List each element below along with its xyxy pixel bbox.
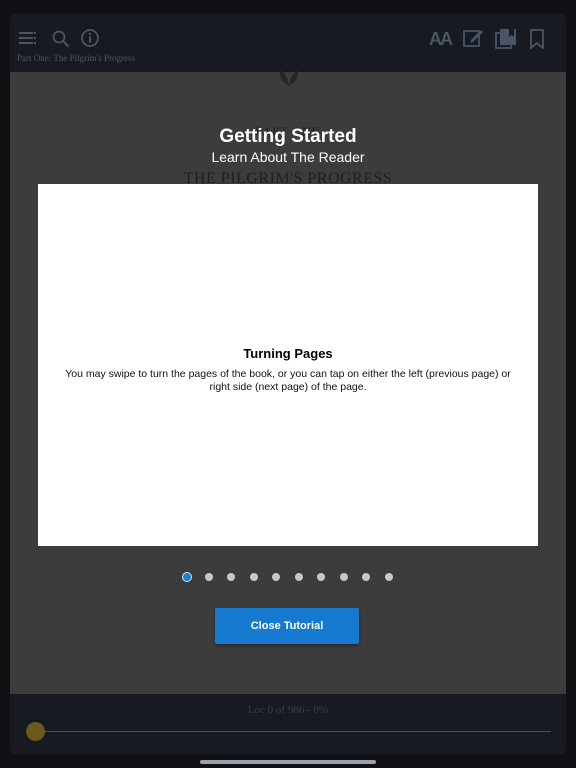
tutorial-card-body: You may swipe to turn the pages of the b… bbox=[65, 368, 511, 393]
close-tutorial-button[interactable]: Close Tutorial bbox=[215, 608, 359, 644]
page-dot[interactable] bbox=[272, 573, 280, 581]
page-dot[interactable] bbox=[362, 573, 370, 581]
page-dot[interactable] bbox=[317, 573, 325, 581]
tutorial-subtitle: Learn About The Reader bbox=[211, 149, 365, 165]
home-indicator bbox=[200, 760, 376, 764]
page-dot[interactable] bbox=[182, 572, 192, 582]
page-dot[interactable] bbox=[294, 573, 303, 581]
top-toolbar: Part One: The Pilgrim's Progress AA bbox=[10, 14, 566, 72]
library-icon[interactable] bbox=[494, 27, 518, 51]
text-size-icon[interactable]: AA bbox=[428, 28, 453, 50]
tutorial-title: Getting Started bbox=[219, 126, 357, 147]
progress-slider-thumb[interactable] bbox=[26, 722, 45, 741]
tutorial-card[interactable]: Turning Pages You may swipe to turn the … bbox=[38, 184, 538, 546]
page-dot[interactable] bbox=[227, 573, 235, 581]
search-icon[interactable] bbox=[50, 28, 72, 50]
page-dot[interactable] bbox=[384, 573, 393, 581]
bookmark-icon[interactable] bbox=[527, 27, 547, 51]
tutorial-card-title: Turning Pages bbox=[243, 346, 333, 361]
info-icon[interactable] bbox=[79, 27, 101, 49]
text-size-label: AA bbox=[429, 28, 453, 49]
progress-slider-track[interactable] bbox=[35, 731, 551, 732]
decorative-leaf-icon bbox=[276, 68, 302, 88]
bottom-bar: Loc 0 of 986 - 0% bbox=[10, 694, 566, 754]
page-dot[interactable] bbox=[339, 573, 348, 581]
part-title: Part One: The Pilgrim's Progress bbox=[17, 53, 135, 63]
location-text: Loc 0 of 986 - 0% bbox=[247, 704, 329, 716]
edit-note-icon[interactable] bbox=[461, 26, 485, 50]
page-dot[interactable] bbox=[204, 573, 213, 581]
page-dot[interactable] bbox=[249, 573, 258, 581]
menu-icon[interactable] bbox=[18, 28, 38, 48]
